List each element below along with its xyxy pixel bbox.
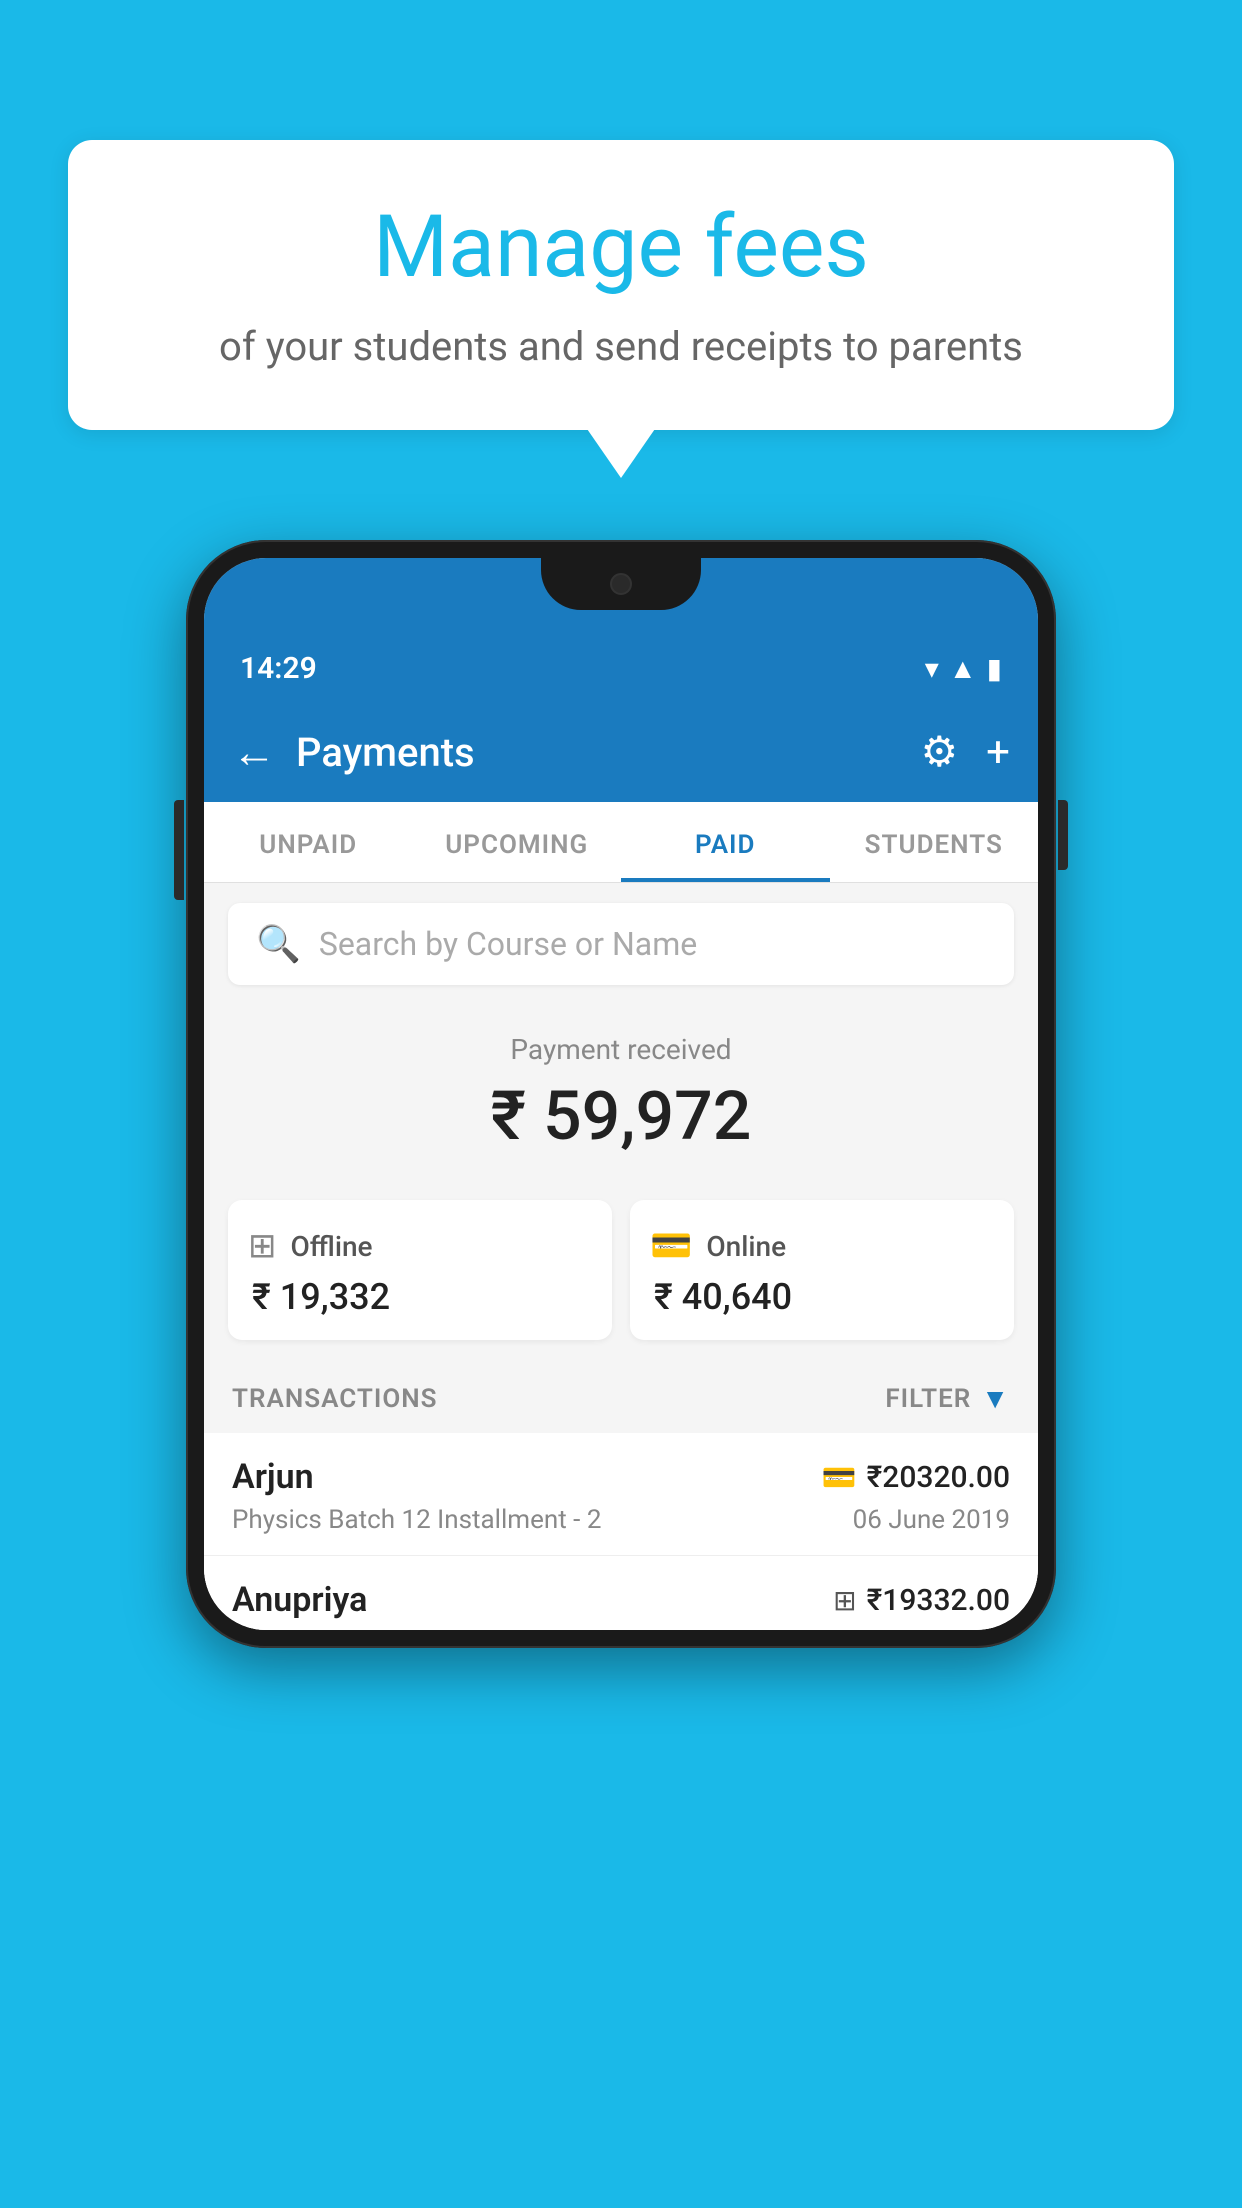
date-info: 06 June 2019 [853,1505,1010,1535]
status-bar: 14:29 ▾ ▲ ▮ [204,634,1038,702]
transactions-label: TRANSACTIONS [232,1384,438,1414]
amount-section: 💳 ₹20320.00 [822,1460,1010,1495]
speech-bubble: Manage fees of your students and send re… [68,140,1174,430]
header-right: ⚙ + [921,727,1011,777]
search-bar[interactable]: 🔍 Search by Course or Name [228,903,1014,985]
back-button[interactable]: ← [232,730,276,774]
status-icons: ▾ ▲ ▮ [925,652,1002,685]
online-card-header: 💳 Online [650,1226,994,1266]
filter-icon: ▼ [981,1382,1010,1415]
payment-total-amount: ₹ 59,972 [228,1076,1014,1156]
payment-cards: ⊞ Offline ₹ 19,332 💳 Online ₹ 40,640 [204,1200,1038,1364]
wifi-icon: ▾ [925,652,939,685]
payment-received-label: Payment received [228,1033,1014,1066]
settings-icon[interactable]: ⚙ [921,727,959,777]
tab-students[interactable]: STUDENTS [830,802,1039,882]
notch-area [204,558,1038,634]
table-row[interactable]: Arjun 💳 ₹20320.00 Physics Batch 12 Insta… [204,1433,1038,1556]
online-payment-icon: 💳 [822,1461,857,1494]
transactions-header: TRANSACTIONS FILTER ▼ [204,1364,1038,1433]
bubble-subtitle: of your students and send receipts to pa… [118,319,1124,375]
phone-mockup: 14:29 ▾ ▲ ▮ ← Payments ⚙ + [186,540,1056,1648]
course-info: Physics Batch 12 Installment - 2 [232,1505,601,1535]
offline-label: Offline [291,1230,373,1263]
search-icon: 🔍 [256,923,301,965]
offline-icon: ⊞ [248,1226,277,1266]
transaction-row-bottom: Physics Batch 12 Installment - 2 06 June… [232,1505,1010,1535]
offline-card-header: ⊞ Offline [248,1226,592,1266]
student-name: Anupriya [232,1580,367,1620]
notch [541,558,701,610]
transaction-amount: ₹20320.00 [867,1460,1010,1495]
search-input[interactable]: Search by Course or Name [319,925,697,963]
online-amount: ₹ 40,640 [650,1276,994,1318]
header-left: ← Payments [232,729,475,776]
speech-bubble-section: Manage fees of your students and send re… [68,140,1174,430]
online-card: 💳 Online ₹ 40,640 [630,1200,1014,1340]
status-time: 14:29 [240,651,317,686]
battery-icon: ▮ [987,652,1002,685]
bubble-title: Manage fees [118,200,1124,295]
online-icon: 💳 [650,1226,692,1266]
tab-paid[interactable]: PAID [621,802,830,882]
phone-screen: 14:29 ▾ ▲ ▮ ← Payments ⚙ + [204,558,1038,1630]
add-icon[interactable]: + [986,728,1010,777]
phone-outer: 14:29 ▾ ▲ ▮ ← Payments ⚙ + [186,540,1056,1648]
table-row[interactable]: Anupriya ⊞ ₹19332.00 [204,1556,1038,1630]
transaction-list: Arjun 💳 ₹20320.00 Physics Batch 12 Insta… [204,1433,1038,1630]
offline-amount: ₹ 19,332 [248,1276,592,1318]
transaction-amount: ₹19332.00 [867,1583,1010,1618]
app-header: ← Payments ⚙ + [204,702,1038,802]
filter-button[interactable]: FILTER ▼ [885,1382,1010,1415]
signal-icon: ▲ [949,652,977,685]
online-label: Online [706,1230,786,1263]
payment-summary: Payment received ₹ 59,972 [204,1005,1038,1200]
header-title: Payments [296,729,475,776]
tabs-bar: UNPAID UPCOMING PAID STUDENTS [204,802,1038,883]
search-container: 🔍 Search by Course or Name [204,883,1038,1005]
transaction-row-top: Anupriya ⊞ ₹19332.00 [232,1580,1010,1620]
student-name: Arjun [232,1457,314,1497]
transaction-row-top: Arjun 💳 ₹20320.00 [232,1457,1010,1497]
tab-unpaid[interactable]: UNPAID [204,802,413,882]
offline-card: ⊞ Offline ₹ 19,332 [228,1200,612,1340]
offline-payment-icon: ⊞ [833,1584,856,1617]
filter-label: FILTER [885,1384,971,1414]
amount-section: ⊞ ₹19332.00 [833,1583,1010,1618]
tab-upcoming[interactable]: UPCOMING [413,802,622,882]
camera [610,573,632,595]
